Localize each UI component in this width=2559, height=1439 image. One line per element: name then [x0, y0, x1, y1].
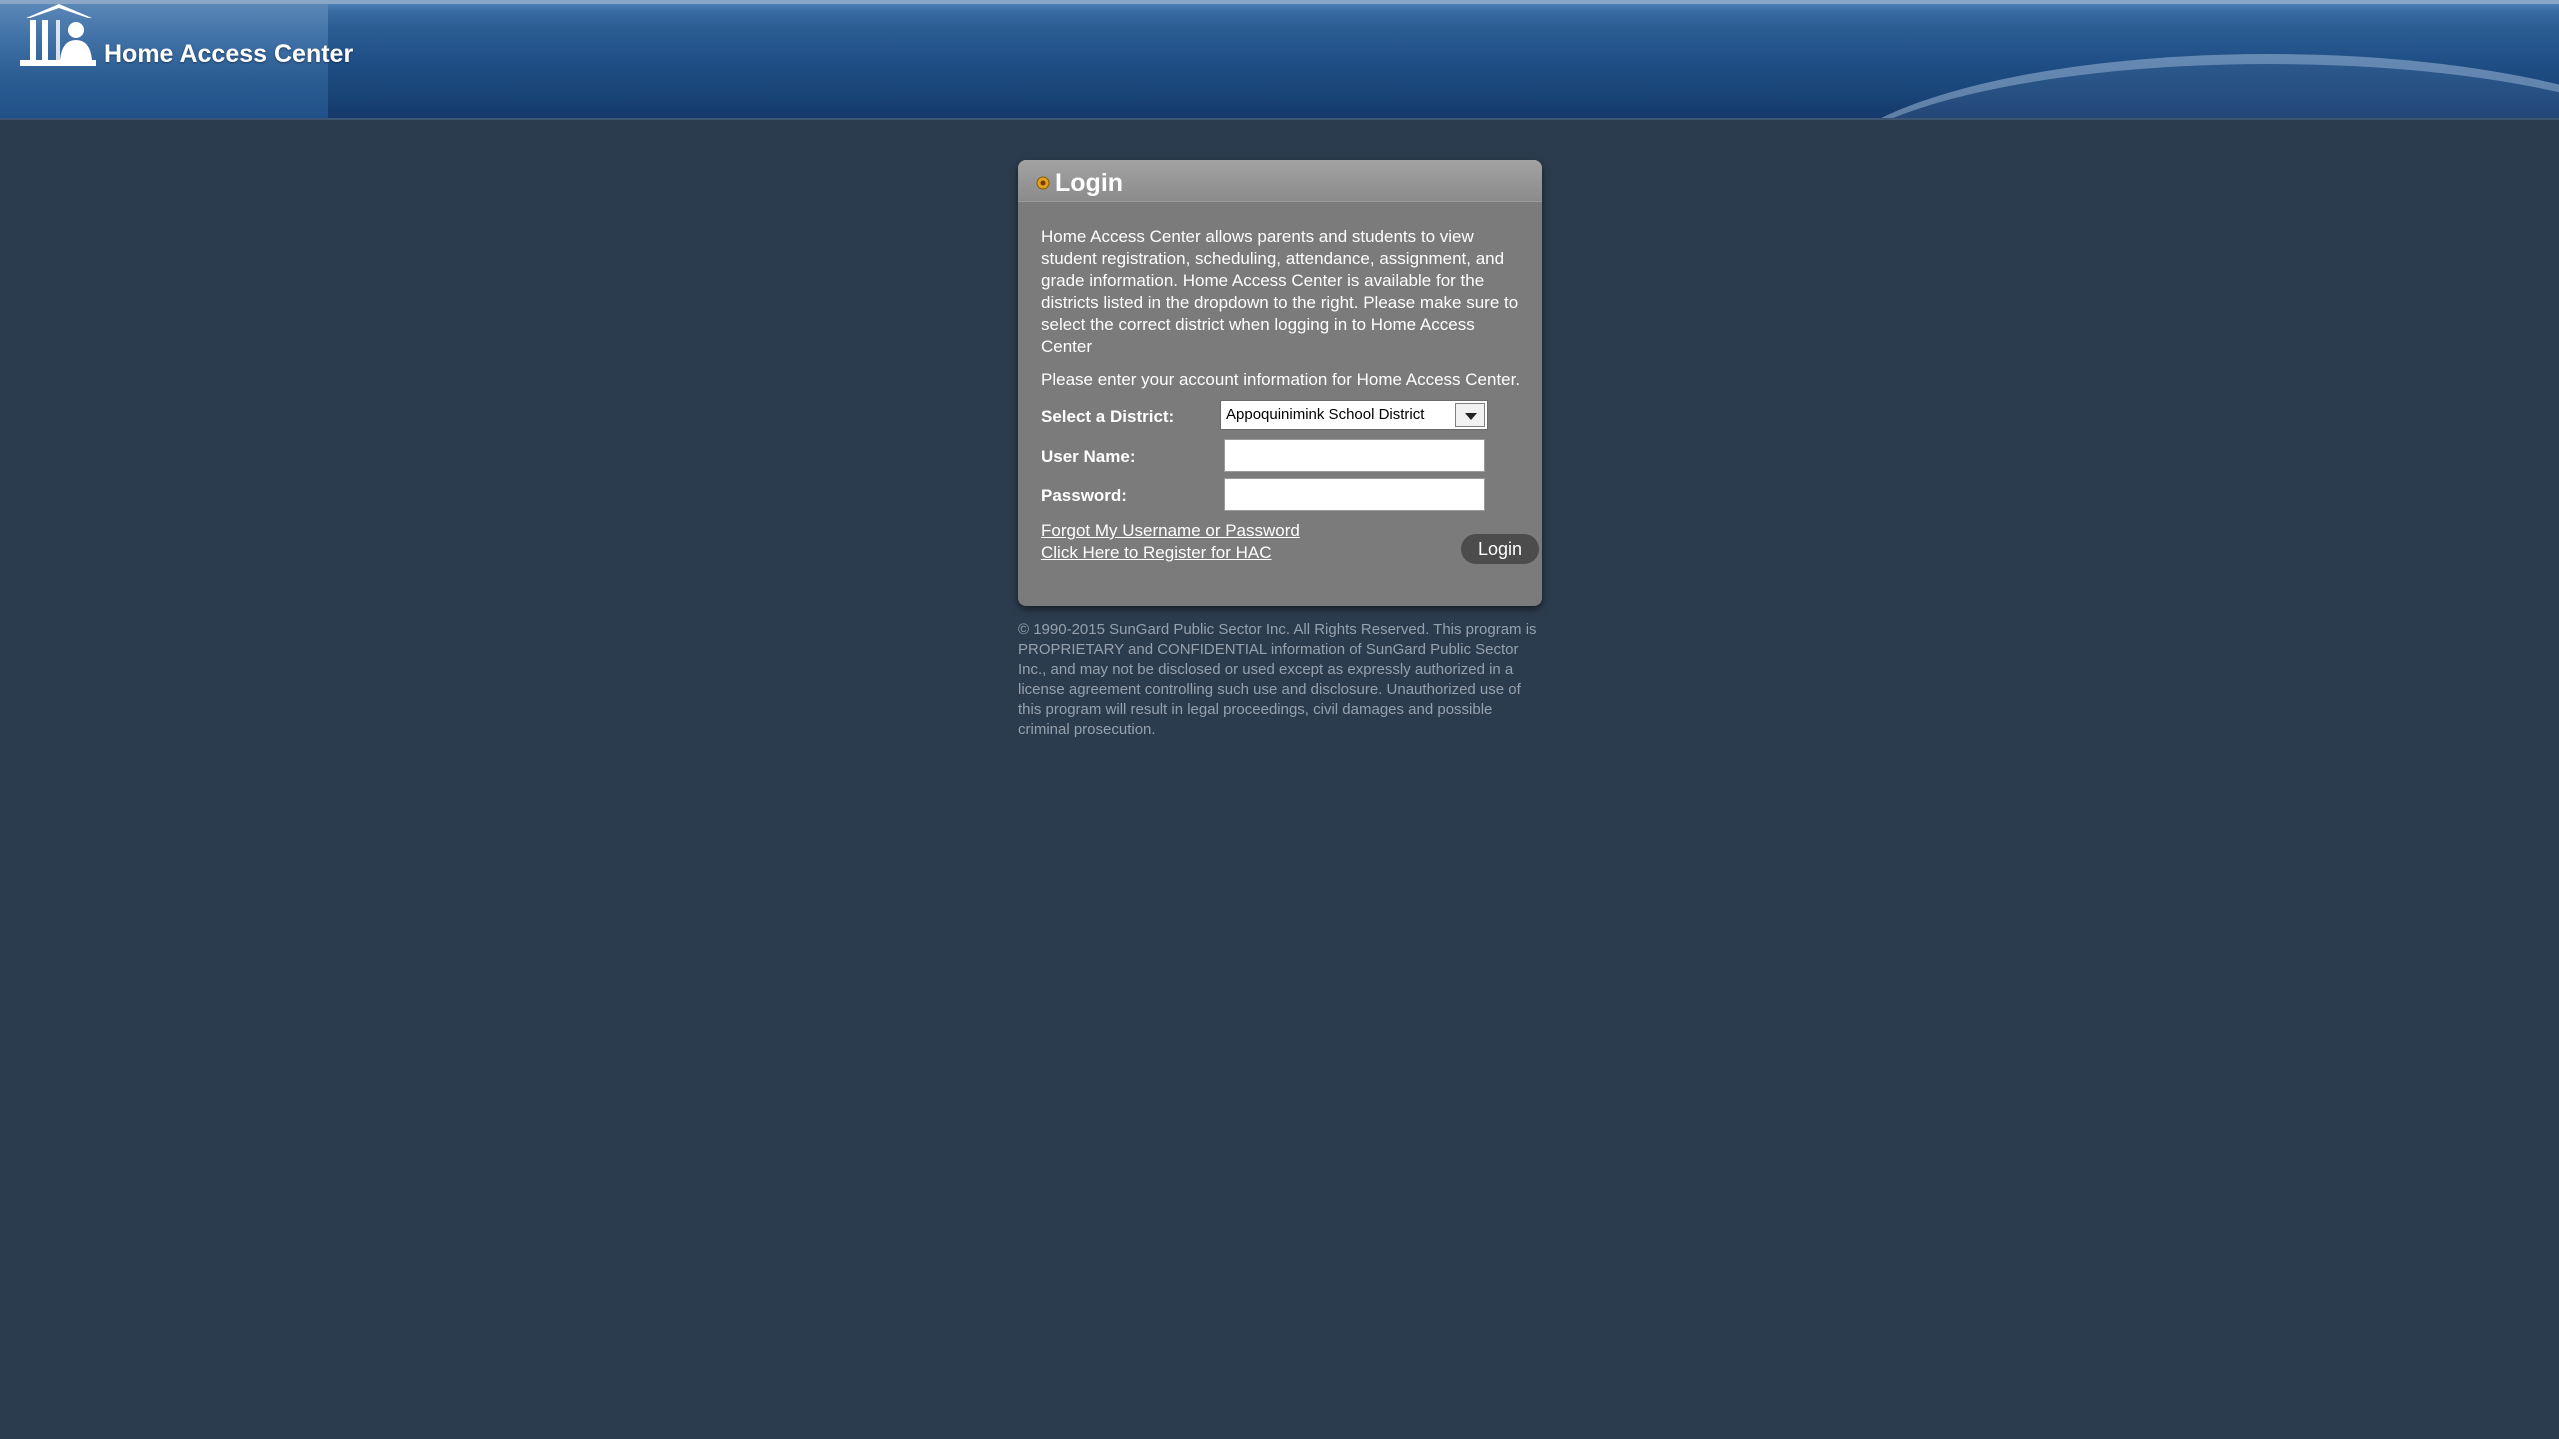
- district-select[interactable]: Appoquinimink School District: [1220, 400, 1488, 430]
- prompt-text: Please enter your account information fo…: [1041, 370, 1521, 389]
- password-input[interactable]: [1224, 478, 1485, 511]
- header-swoosh-decoration: [1819, 54, 2559, 118]
- copyright-notice: © 1990-2015 SunGard Public Sector Inc. A…: [1018, 621, 1537, 738]
- district-row: Select a District: Appoquinimink School …: [1041, 400, 1520, 438]
- login-button[interactable]: Login: [1461, 534, 1539, 564]
- app-title: Home Access Center: [104, 40, 354, 68]
- username-input[interactable]: [1224, 439, 1485, 472]
- username-row: User Name:: [1041, 439, 1520, 478]
- app-header: Home Access Center: [0, 0, 2559, 120]
- login-panel-title: Login: [1055, 169, 1124, 197]
- district-selected-value: Appoquinimink School District: [1226, 406, 1425, 423]
- username-label: User Name:: [1041, 447, 1136, 466]
- orange-dot-icon: [1036, 176, 1050, 190]
- login-panel-body: Home Access Center allows parents and st…: [1018, 202, 1542, 600]
- links-block: Forgot My Username or Password Click Her…: [1041, 520, 1539, 600]
- login-panel-header: Login: [1018, 160, 1542, 202]
- school-building-person-icon: [20, 4, 96, 66]
- intro-text: Home Access Center allows parents and st…: [1041, 227, 1519, 356]
- logo-block: Home Access Center: [0, 4, 353, 118]
- register-link[interactable]: Click Here to Register for HAC: [1041, 542, 1520, 564]
- password-label: Password:: [1041, 486, 1127, 505]
- chevron-down-icon[interactable]: [1455, 403, 1485, 427]
- district-label: Select a District:: [1041, 407, 1175, 426]
- login-panel: Login Home Access Center allows parents …: [1018, 160, 1542, 606]
- forgot-credentials-link[interactable]: Forgot My Username or Password: [1041, 520, 1520, 542]
- password-row: Password:: [1041, 478, 1520, 516]
